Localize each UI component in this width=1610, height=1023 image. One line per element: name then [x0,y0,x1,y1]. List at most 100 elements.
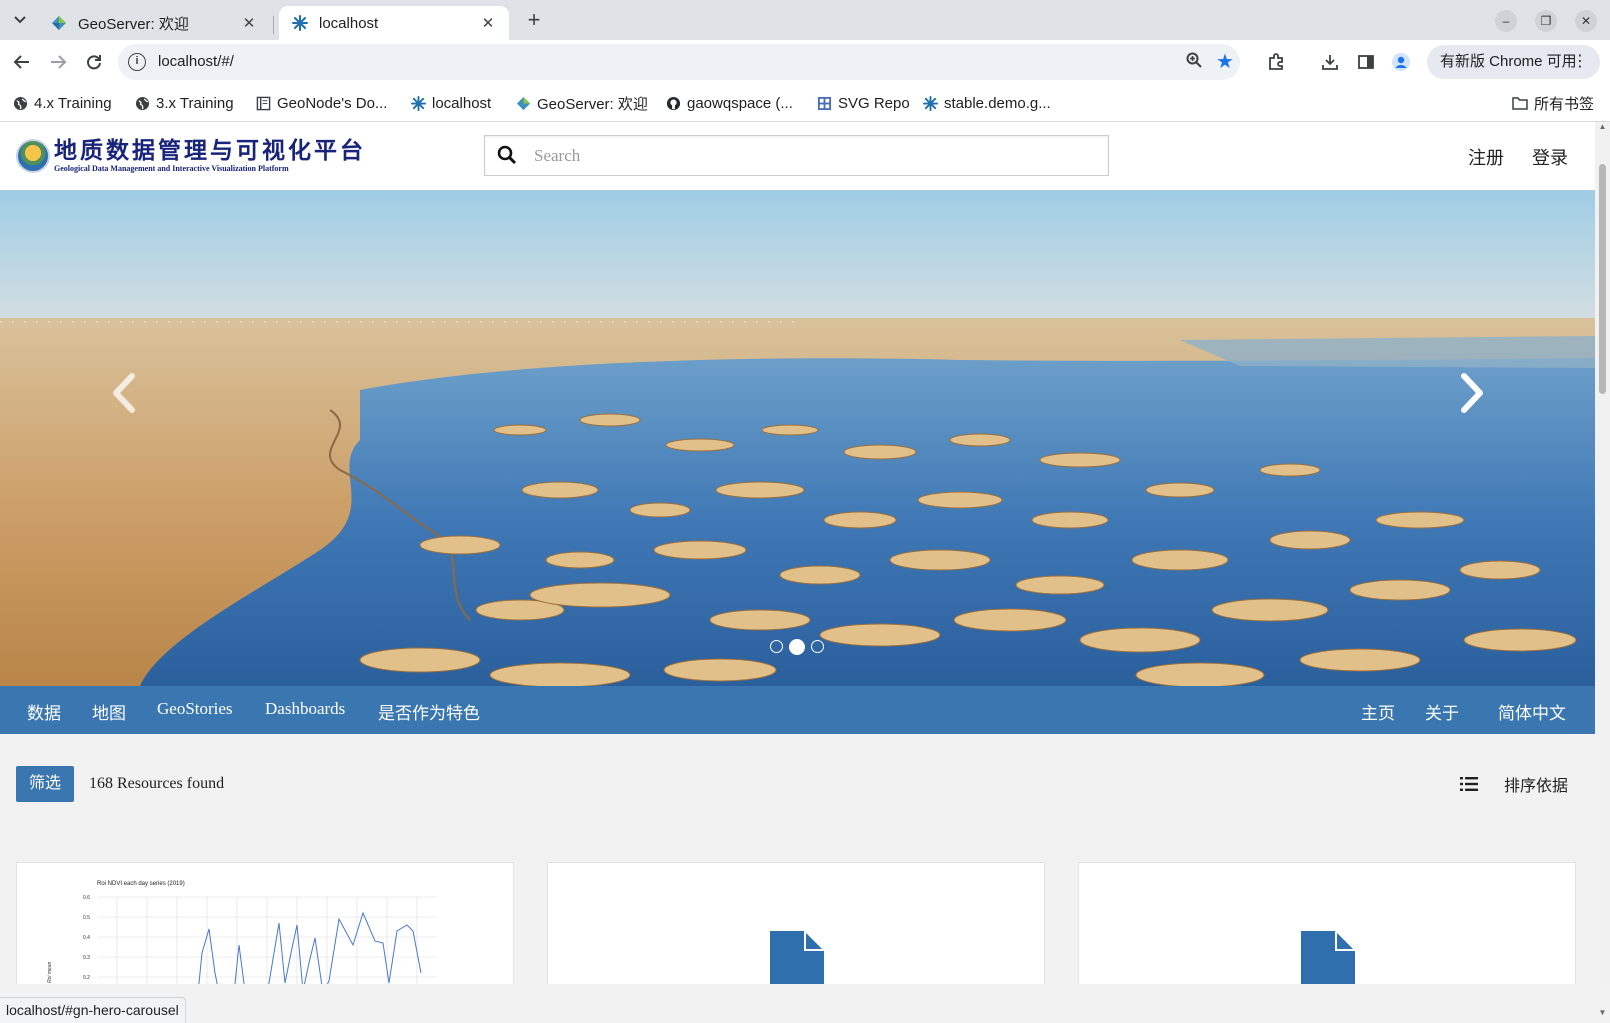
search-input[interactable] [534,144,1094,168]
scroll-down-icon[interactable]: ▼ [1597,1008,1608,1017]
nav-item-data[interactable]: 数据 [27,699,61,724]
new-tab-button[interactable]: + [520,6,548,34]
logo-title-cn: 地质数据管理与可视化平台 [54,137,366,164]
logo-text: 地质数据管理与可视化平台 Geological Data Management … [54,138,366,174]
sort-dropdown[interactable]: 排序依据 [1504,772,1568,796]
bookmark-item[interactable]: 4.x Training [12,93,112,113]
book-icon [255,95,271,111]
tab-geoserver[interactable]: GeoServer: 欢迎 ✕ [38,6,270,40]
folder-icon [1512,95,1528,111]
restore-button[interactable]: ❐ [1535,10,1557,32]
filter-button[interactable]: 筛选 [16,766,74,802]
back-button[interactable] [10,50,34,74]
bookmark-item[interactable]: GeoServer: 欢迎 [515,93,648,113]
scrollbar-thumb[interactable] [1599,164,1606,394]
carousel-indicator-active[interactable] [789,639,805,655]
site-logo[interactable]: 地质数据管理与可视化平台 Geological Data Management … [16,136,366,176]
site-search-box[interactable] [484,135,1109,176]
resource-card[interactable] [1078,862,1576,984]
globe-icon [134,95,150,111]
tab-separator [273,16,274,34]
page-scrollbar[interactable]: ▲ ▼ [1595,122,1610,1017]
scroll-up-icon[interactable]: ▲ [1597,122,1608,131]
close-tab-icon[interactable]: ✕ [479,14,497,32]
reload-button[interactable] [82,50,106,74]
y-tick-label: 0.5 [83,915,90,921]
nav-item-featured[interactable]: 是否作为特色 [378,699,480,724]
all-bookmarks-button[interactable]: 所有书签 [1512,93,1594,113]
document-icon [770,931,824,984]
geonode-icon [291,14,309,32]
extensions-icon[interactable] [1264,50,1288,74]
url-text[interactable]: localhost/#/ [158,53,234,70]
bookmark-label: GeoServer: 欢迎 [537,95,648,113]
geonode-icon [922,95,938,111]
nav-item-maps[interactable]: 地图 [92,699,126,724]
chrome-update-button[interactable]: 有新版 Chrome 可用 ⋮ [1427,45,1600,79]
tab-title: localhost [319,14,379,32]
y-axis-label: Roi mean [47,961,53,983]
bookmarks-bar: 4.x Training 3.x Training GeoNode's Do..… [0,84,1610,122]
more-menu-icon[interactable]: ⋮ [1572,45,1588,79]
nav-item-geostories[interactable]: GeoStories [157,699,233,719]
bookmark-label: SVG Repo [838,94,910,112]
close-window-button[interactable]: ✕ [1575,10,1597,32]
web-page: 地质数据管理与可视化平台 Geological Data Management … [0,122,1595,984]
tab-localhost[interactable]: localhost ✕ [279,6,509,40]
language-selector[interactable]: 简体中文 [1498,699,1566,724]
nav-item-dashboards[interactable]: Dashboards [265,699,345,719]
register-link[interactable]: 注册 [1468,144,1504,170]
logo-title-en: Geological Data Management and Interacti… [54,164,289,173]
document-icon [1301,931,1355,984]
login-link[interactable]: 登录 [1532,144,1568,170]
search-icon [497,145,517,165]
github-icon [665,95,681,111]
carousel-indicator[interactable] [811,640,824,653]
bookmark-item[interactable]: 3.x Training [134,93,234,113]
resources-count: 168 Resources found [89,775,225,792]
bookmark-item[interactable]: stable.demo.g... [922,93,1051,113]
bookmark-item[interactable]: gaowqspace (... [665,93,793,113]
download-icon[interactable] [1318,50,1342,74]
profile-avatar-icon[interactable] [1389,50,1413,74]
y-tick-label: 0.2 [83,975,90,981]
address-bar[interactable]: i localhost/#/ ★ [118,44,1240,80]
forward-button[interactable] [46,50,70,74]
geonode-icon [410,95,426,111]
nav-item-about[interactable]: 关于 [1425,699,1459,724]
svgrepo-icon [816,95,832,111]
site-info-icon[interactable]: i [128,53,146,71]
zoom-icon[interactable] [1186,52,1202,73]
tab-title: GeoServer: 欢迎 [78,15,189,33]
nav-item-home[interactable]: 主页 [1361,699,1395,724]
bookmark-item[interactable]: SVG Repo [816,93,910,113]
minimize-button[interactable]: – [1495,10,1517,32]
carousel-next-icon[interactable] [1450,368,1490,418]
logo-emblem-icon [16,139,50,173]
y-tick-label: 0.6 [83,895,90,901]
carousel-prev-icon[interactable] [106,368,146,418]
bookmark-item[interactable]: localhost [410,93,491,113]
tab-search-chevron-icon[interactable] [8,8,32,32]
bookmark-item[interactable]: GeoNode's Do... [255,93,387,113]
bookmark-label: GeoNode's Do... [277,94,388,112]
bookmark-label: 4.x Training [34,94,112,112]
thumbnail-title: Roi NDVI each day series (2019) [97,881,185,887]
resource-card[interactable] [547,862,1045,984]
site-header: 地质数据管理与可视化平台 Geological Data Management … [0,122,1595,190]
status-url-bubble: localhost/#gn-hero-carousel [0,997,186,1023]
list-view-icon[interactable] [1460,776,1478,792]
side-panel-icon[interactable] [1354,50,1378,74]
close-tab-icon[interactable]: ✕ [240,14,258,32]
carousel-indicators [770,639,824,655]
browser-toolbar: i localhost/#/ ★ 有新版 Chrome 可用 ⋮ [0,40,1610,84]
globe-icon [12,95,28,111]
geoserver-icon [515,95,531,111]
resource-card[interactable]: Roi NDVI each day series (2019) 0.6 0.5 … [16,862,514,984]
all-bookmarks-label: 所有书签 [1534,95,1595,113]
bookmark-star-icon[interactable]: ★ [1216,49,1234,74]
bookmark-label: gaowqspace (... [687,94,793,112]
carousel-indicator[interactable] [770,640,783,653]
update-label: 有新版 Chrome 可用 [1440,53,1577,70]
chart-thumbnail-image: Roi NDVI each day series (2019) 0.6 0.5 … [47,881,437,984]
